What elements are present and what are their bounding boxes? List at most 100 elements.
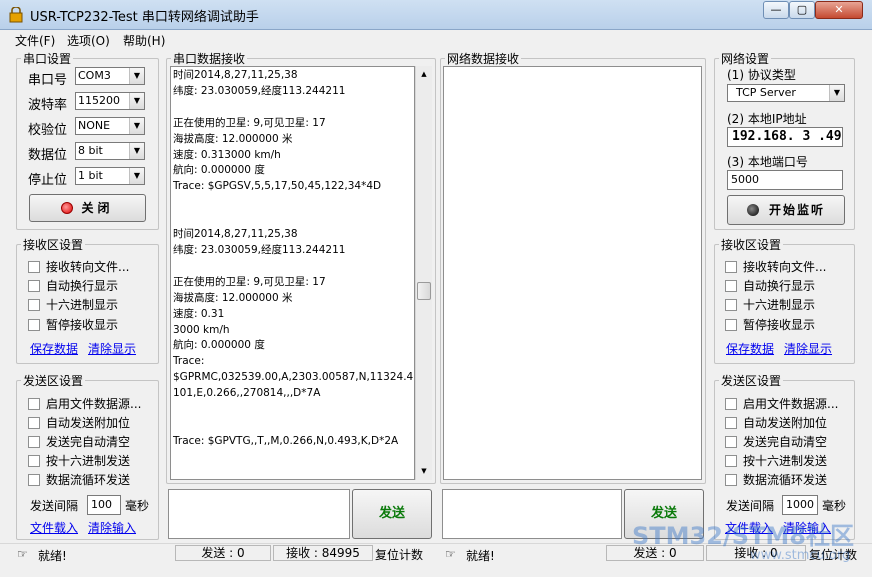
window-title: USR-TCP232-Test 串口转网络调试助手 (30, 10, 259, 25)
right-file-source-checkbox[interactable]: 启用文件数据源... (725, 395, 838, 412)
left-interval-unit: 毫秒 (125, 499, 150, 513)
right-interval-input[interactable]: 1000 (782, 495, 818, 515)
serial-recv-textarea[interactable]: 时间2014,8,27,11,25,38 纬度: 23.030059,经度113.… (170, 66, 415, 480)
option-label: 自动发送附加位 (46, 416, 131, 430)
left-clear-input-link[interactable]: 清除输入 (88, 519, 136, 536)
option-label: 自动发送附加位 (743, 416, 828, 430)
left-hex-send-checkbox[interactable]: 按十六进制发送 (28, 452, 130, 469)
stopbits-label: 停止位 (28, 173, 68, 188)
left-auto-wrap-checkbox[interactable]: 自动换行显示 (28, 277, 118, 294)
left-save-data-link[interactable]: 保存数据 (30, 340, 78, 357)
serial-recv-line: Trace: (173, 355, 205, 368)
baud-select[interactable]: 115200 ▼ (75, 92, 145, 110)
right-clear-display-link[interactable]: 清除显示 (784, 340, 832, 357)
serial-recv-line (173, 211, 412, 227)
port-select[interactable]: COM3 ▼ (75, 67, 145, 85)
right-auto-wrap-checkbox[interactable]: 自动换行显示 (725, 277, 815, 294)
option-label: 暂停接收显示 (743, 318, 816, 332)
scroll-up-icon[interactable]: ▲ (416, 66, 432, 82)
parity-select[interactable]: NONE ▼ (75, 117, 145, 135)
databits-select[interactable]: 8 bit ▼ (75, 142, 145, 160)
right-pause-display-checkbox[interactable]: 暂停接收显示 (725, 316, 815, 333)
net-recv-textarea[interactable] (443, 66, 702, 480)
right-save-data-link[interactable]: 保存数据 (726, 340, 774, 357)
watermark-url: www.stmcu.org (750, 548, 851, 563)
checkbox-box (28, 299, 40, 311)
stopbits-select[interactable]: 1 bit ▼ (75, 167, 145, 185)
left-loop-send-checkbox[interactable]: 数据流循环发送 (28, 471, 130, 488)
protocol-select[interactable]: TCP Server ▼ (727, 84, 845, 102)
menu-options[interactable]: 选项(O) (67, 32, 110, 49)
left-send-count: 发送 : 0 (175, 545, 271, 561)
checkbox-box (725, 280, 737, 292)
serial-recv-line (173, 402, 412, 418)
right-hex-display-checkbox[interactable]: 十六进制显示 (725, 296, 815, 313)
serial-recv-line: 时间2014,8,27,11,25,38 (173, 228, 298, 241)
scroll-down-icon[interactable]: ▼ (416, 463, 432, 479)
left-recv-settings-title: 接收区设置 (23, 238, 84, 252)
checkbox-box (28, 398, 40, 410)
menu-bar: 文件(F) 选项(O) 帮助(H) (0, 30, 872, 48)
checkbox-box (725, 436, 737, 448)
start-listen-label: 开始监听 (768, 203, 825, 217)
right-recv-to-file-checkbox[interactable]: 接收转向文件... (725, 258, 826, 275)
serial-recv-line: Trace: $GPGSV,5,5,17,50,45,122,34*4D (173, 180, 382, 193)
scroll-thumb[interactable] (417, 282, 431, 300)
right-hex-send-checkbox[interactable]: 按十六进制发送 (725, 452, 827, 469)
option-label: 自动换行显示 (46, 279, 119, 293)
chevron-down-icon: ▼ (129, 143, 144, 159)
left-interval-input[interactable]: 100 (87, 495, 121, 515)
left-auto-clear-checkbox[interactable]: 发送完自动清空 (28, 433, 130, 450)
ip-input[interactable]: 192.168. 3 .49 (727, 127, 843, 147)
net-settings-title: 网络设置 (721, 52, 770, 66)
serial-recv-line: 航向: 0.000000 度 (173, 339, 265, 352)
checkbox-box (28, 417, 40, 429)
baud-value: 115200 (78, 94, 120, 107)
close-window-button[interactable]: ✕ (815, 1, 863, 19)
left-reset-count[interactable]: 复位计数 (375, 546, 423, 563)
close-port-button[interactable]: 关闭 (29, 194, 146, 222)
baud-label: 波特率 (28, 98, 68, 113)
left-send-settings-title: 发送区设置 (23, 374, 84, 388)
serial-recv-line: 纬度: 23.030059,经度113.244211 (173, 243, 346, 256)
left-append-bit-checkbox[interactable]: 自动发送附加位 (28, 414, 130, 431)
option-label: 发送完自动清空 (743, 435, 828, 449)
right-append-bit-checkbox[interactable]: 自动发送附加位 (725, 414, 827, 431)
ip-label: (2) 本地IP地址 (727, 112, 807, 126)
right-auto-clear-checkbox[interactable]: 发送完自动清空 (725, 433, 827, 450)
checkbox-box (28, 261, 40, 273)
left-recv-count: 接收 : 84995 (273, 545, 373, 561)
serial-send-button[interactable]: 发送 (352, 489, 432, 539)
serial-recv-line: 3000 km/h (173, 323, 230, 336)
serial-recv-scrollbar[interactable]: ▲ ▼ (415, 66, 432, 480)
net-send-textarea[interactable] (442, 489, 622, 539)
checkbox-box (725, 299, 737, 311)
checkbox-box (725, 261, 737, 273)
app-icon (9, 7, 23, 23)
checkbox-box (28, 474, 40, 486)
left-pause-display-checkbox[interactable]: 暂停接收显示 (28, 316, 118, 333)
serial-recv-line: 航向: 0.000000 度 (173, 164, 265, 177)
menu-help[interactable]: 帮助(H) (123, 32, 165, 49)
start-listen-button[interactable]: 开始监听 (727, 195, 845, 225)
serial-recv-line (173, 195, 412, 211)
maximize-button[interactable]: ▢ (789, 1, 815, 19)
title-bar[interactable]: USR-TCP232-Test 串口转网络调试助手 — ▢ ✕ (0, 0, 872, 30)
checkbox-box (725, 417, 737, 429)
chevron-down-icon: ▼ (129, 118, 144, 134)
left-hex-display-checkbox[interactable]: 十六进制显示 (28, 296, 118, 313)
right-loop-send-checkbox[interactable]: 数据流循环发送 (725, 471, 827, 488)
right-ready-icon: ☞ (445, 547, 456, 561)
databits-value: 8 bit (78, 144, 103, 157)
left-clear-display-link[interactable]: 清除显示 (88, 340, 136, 357)
left-file-load-link[interactable]: 文件载入 (30, 519, 78, 536)
serial-send-textarea[interactable] (168, 489, 350, 539)
serial-recv-title: 串口数据接收 (173, 52, 246, 66)
local-port-input[interactable]: 5000 (727, 170, 843, 190)
chevron-down-icon: ▼ (129, 93, 144, 109)
left-recv-to-file-checkbox[interactable]: 接收转向文件... (28, 258, 129, 275)
minimize-button[interactable]: — (763, 1, 789, 19)
right-recv-settings-title: 接收区设置 (721, 238, 782, 252)
left-file-source-checkbox[interactable]: 启用文件数据源... (28, 395, 141, 412)
menu-file[interactable]: 文件(F) (15, 32, 55, 49)
